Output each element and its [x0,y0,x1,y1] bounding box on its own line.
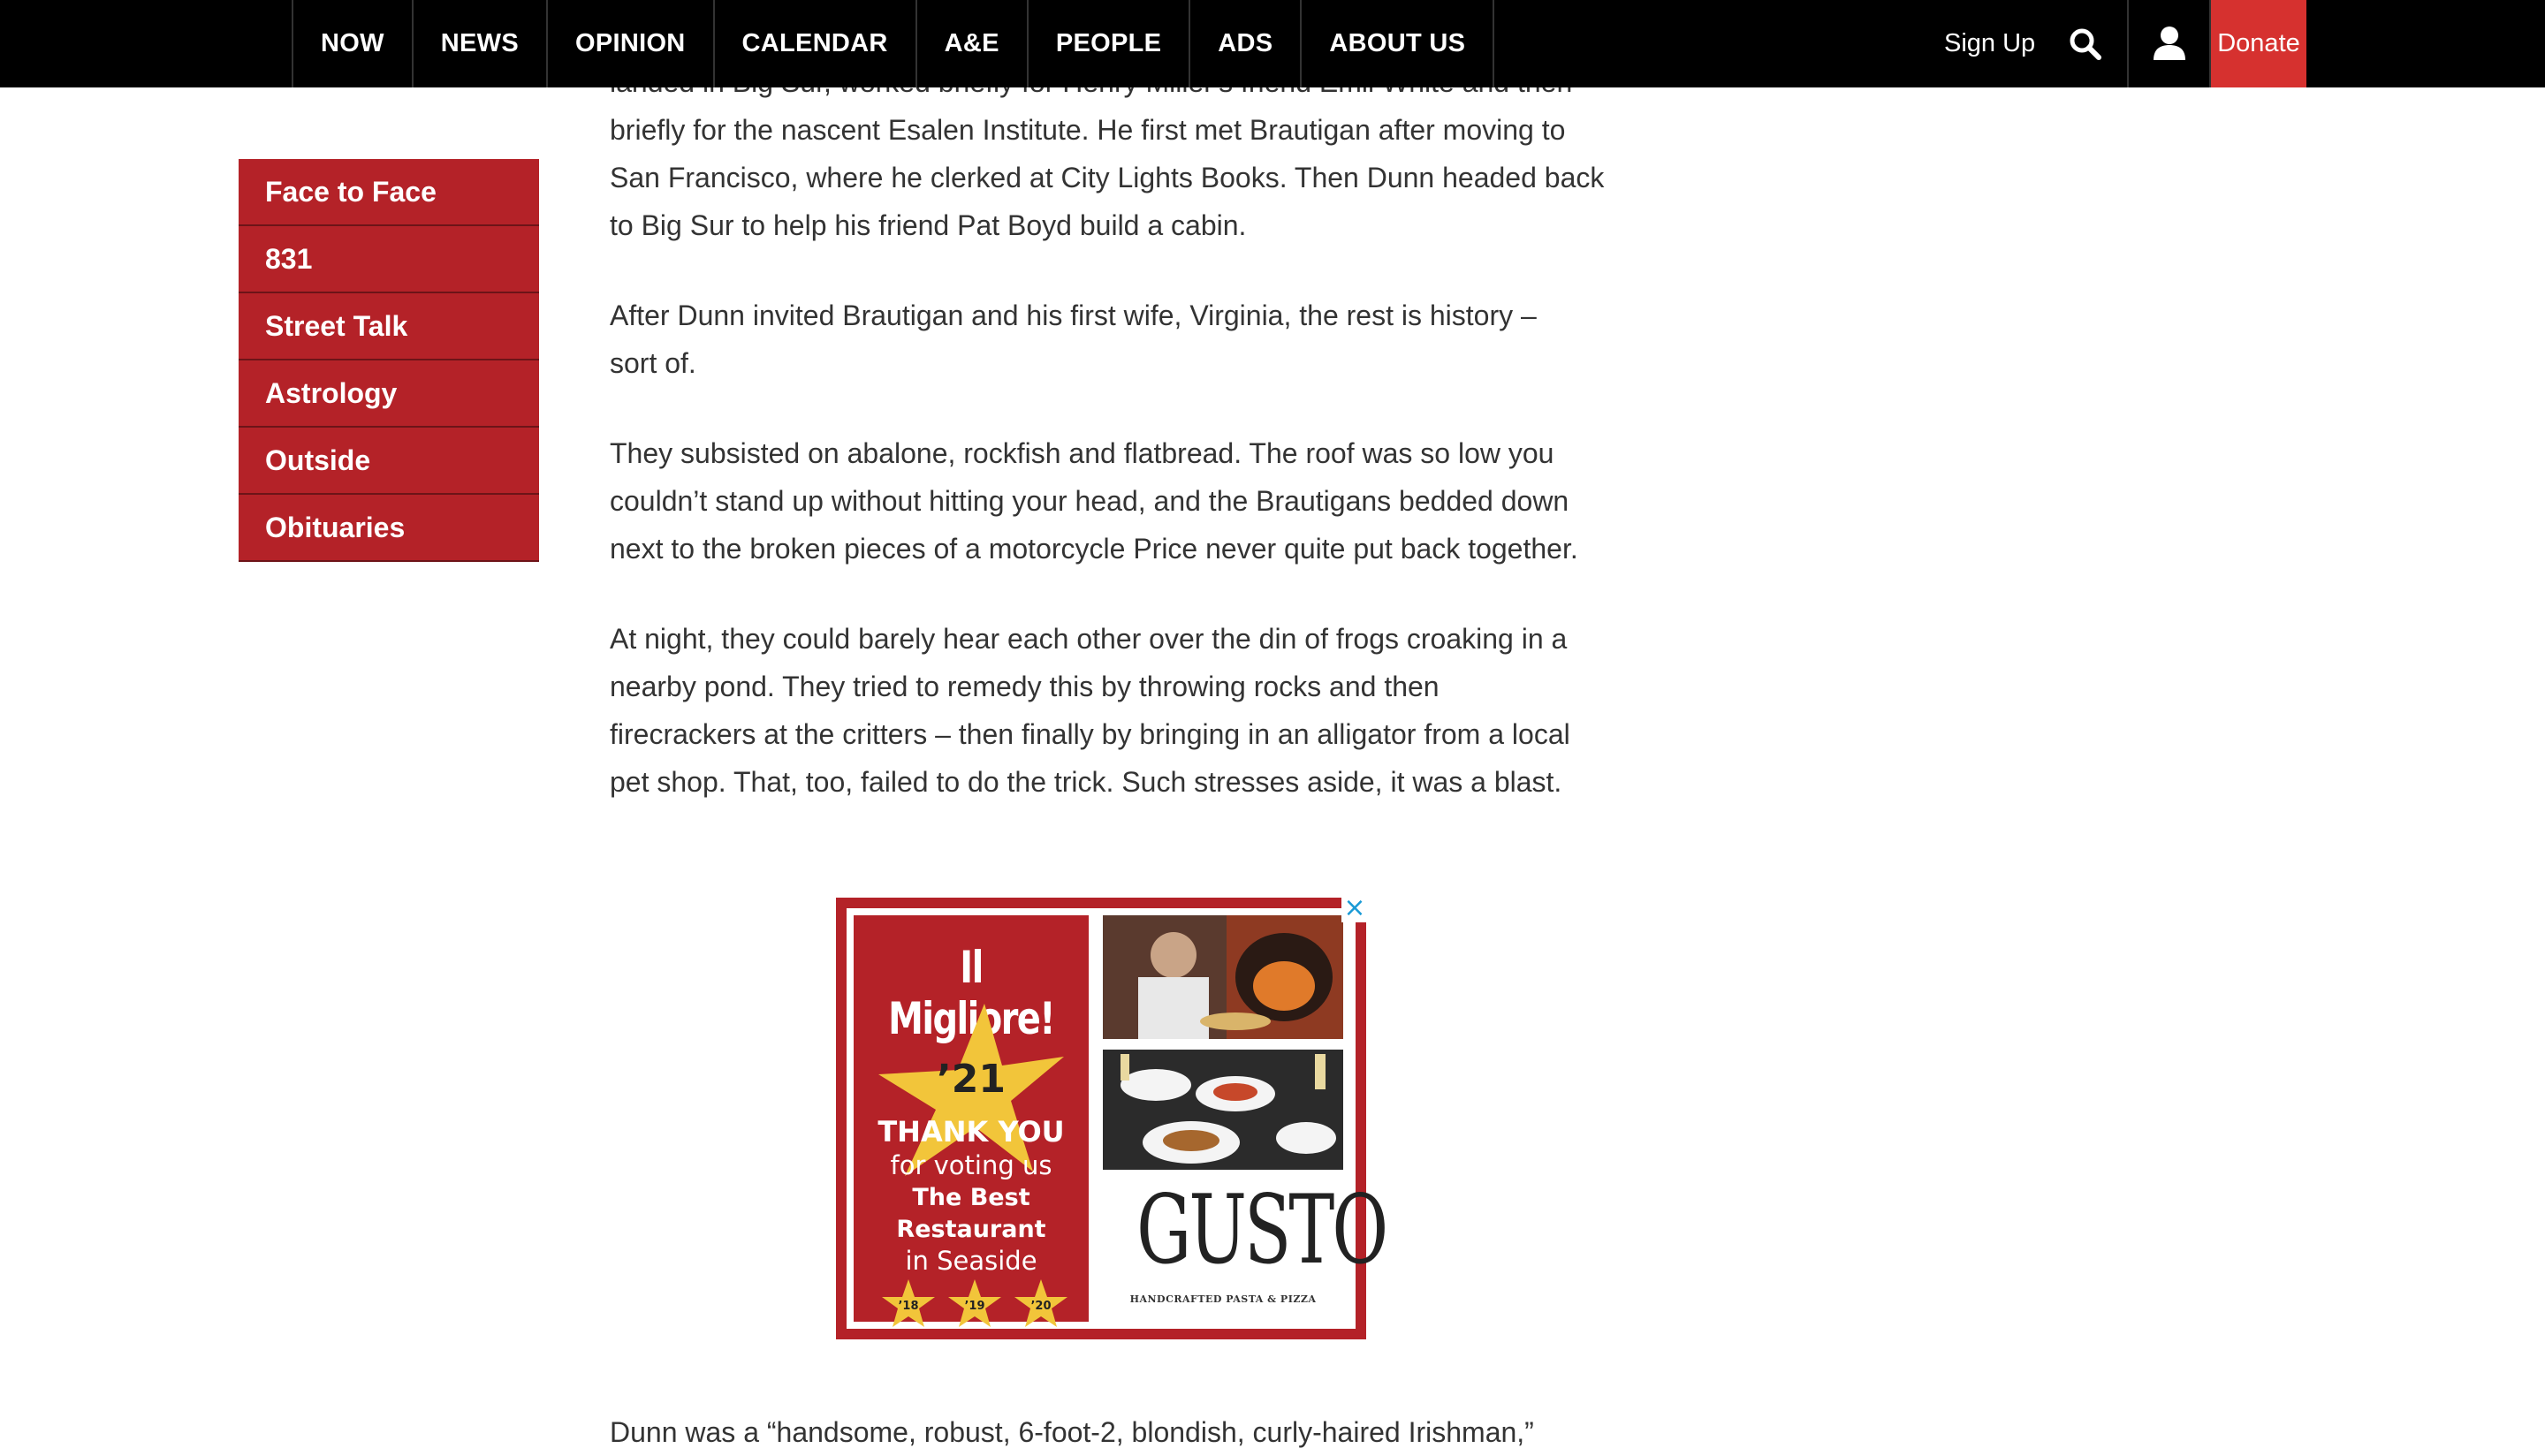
ad-frame: Il Migliore! ’21 THANK YOU for voting us… [847,908,1388,1329]
top-navigation: NOW NEWS OPINION CALENDAR A&E PEOPLE ADS… [0,0,2545,87]
food-table-photo [1103,1050,1343,1170]
section-sidebar: Face to Face 831 Street Talk Astrology O… [239,159,539,562]
ad-voting-text: for voting us [890,1150,1052,1180]
nav-divider [2127,0,2129,87]
sidebar-item-face-to-face[interactable]: Face to Face [239,159,539,226]
nav-item-ae[interactable]: A&E [915,0,1027,87]
nav-item-opinion[interactable]: OPINION [545,0,713,87]
sign-up-link[interactable]: Sign Up [1944,0,2035,87]
award-stars: ’18 ’19 ’20 [882,1279,1067,1327]
sidebar-item-street-talk[interactable]: Street Talk [239,293,539,360]
award-year: ’19 [964,1300,984,1313]
ad-year: ’21 [937,1057,1006,1102]
sidebar-item-outside[interactable]: Outside [239,428,539,495]
article-body: landed in Big Sur, worked briefly for He… [610,58,1608,848]
nav-item-about-us[interactable]: ABOUT US [1300,0,1495,87]
ad-tagline: HANDCRAFTED PASTA & PIZZA [1129,1293,1317,1305]
article-paragraph: Dunn was a “handsome, robust, 6-foot-2, … [610,1416,1534,1448]
advertisement[interactable]: Il Migliore! ’21 THANK YOU for voting us… [836,895,1388,1339]
nav-item-news[interactable]: NEWS [411,0,546,87]
close-icon[interactable]: × [1341,895,1368,922]
chef-pizza-photo [1103,915,1343,1039]
ad-thanks: THANK YOU [877,1115,1065,1149]
nav-item-people[interactable]: PEOPLE [1026,0,1189,87]
sidebar-item-obituaries[interactable]: Obituaries [239,495,539,562]
ad-location: in Seaside [905,1246,1037,1276]
nav-menu: NOW NEWS OPINION CALENDAR A&E PEOPLE ADS… [292,0,1495,87]
ad-promo-panel: Il Migliore! ’21 THANK YOU for voting us… [854,915,1089,1327]
award-year: ’20 [1030,1300,1051,1313]
donate-button[interactable]: Donate [2211,0,2306,87]
article-paragraph: They subsisted on abalone, rockfish and … [610,437,1578,565]
user-icon[interactable] [2151,25,2188,62]
sidebar-item-astrology[interactable]: Astrology [239,360,539,428]
nav-item-calendar[interactable]: CALENDAR [712,0,915,87]
gusto-logo: GUSTO [1136,1175,1388,1285]
search-icon[interactable] [2066,25,2105,64]
nav-item-now[interactable]: NOW [292,0,412,87]
sidebar-item-831[interactable]: 831 [239,226,539,293]
nav-item-ads[interactable]: ADS [1189,0,1300,87]
article-paragraph: After Dunn invited Brautigan and his fir… [610,300,1537,379]
ad-best-restaurant: The Best Restaurant [896,1184,1046,1243]
article-paragraph: At night, they could barely hear each ot… [610,623,1570,798]
award-year: ’18 [898,1300,918,1313]
